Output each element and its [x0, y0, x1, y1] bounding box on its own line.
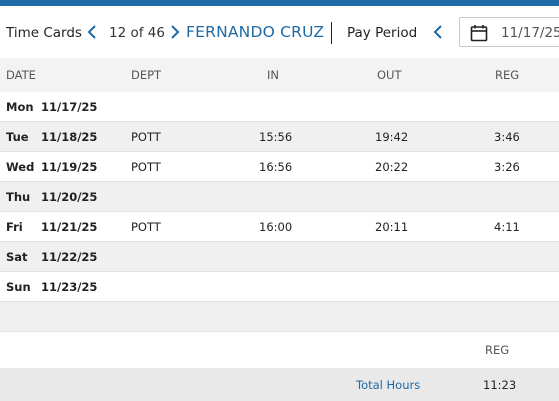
summary-column-reg: REG [485, 343, 510, 357]
row-in: 15:56 [259, 130, 293, 144]
pay-period-label: Pay Period [347, 25, 418, 41]
column-header-in: IN [267, 68, 279, 82]
table-header: DATE DEPT IN OUT REG [0, 58, 559, 92]
record-counter: 12 of 46 [109, 25, 165, 41]
previous-pay-period-button[interactable] [432, 21, 446, 43]
column-header-out: OUT [377, 68, 402, 82]
row-day: Wed [6, 160, 35, 174]
chevron-right-icon [171, 25, 180, 39]
chevron-left-icon [87, 25, 96, 39]
row-day: Tue [6, 130, 29, 144]
pay-period-date-picker[interactable]: 11/17/25 [459, 17, 559, 47]
employee-name[interactable]: FERNANDO CRUZ [186, 23, 324, 41]
column-header-date: DATE [6, 68, 36, 82]
empty-row [0, 302, 559, 332]
pay-period-date: 11/17/25 [501, 25, 559, 41]
row-out: 20:11 [375, 220, 409, 234]
column-header-dept: DEPT [131, 68, 162, 82]
chevron-left-icon [433, 25, 442, 39]
page-title: Time Cards [6, 25, 82, 41]
next-employee-button[interactable] [168, 21, 182, 43]
row-dept: POTT [131, 130, 161, 144]
row-in: 16:00 [259, 220, 293, 234]
calendar-icon [470, 25, 488, 42]
row-reg: 3:26 [494, 160, 520, 174]
total-hours-value: 11:23 [483, 378, 517, 392]
previous-employee-button[interactable] [86, 21, 100, 43]
row-day: Sun [6, 280, 31, 294]
total-hours-label: Total Hours [356, 378, 421, 392]
row-day: Mon [6, 100, 34, 114]
row-in: 16:56 [259, 160, 293, 174]
row-day: Fri [6, 220, 23, 234]
header-divider [331, 22, 332, 44]
row-reg: 4:11 [494, 220, 520, 234]
row-day: Thu [6, 190, 31, 204]
row-date: 11/22/25 [41, 250, 98, 264]
row-dept: POTT [131, 160, 161, 174]
row-date: 11/21/25 [41, 220, 98, 234]
totals-row: Total Hours 11:23 [0, 368, 559, 401]
table-row[interactable]: Mon 11/17/25 [0, 92, 559, 122]
row-day: Sat [6, 250, 28, 264]
row-date: 11/19/25 [41, 160, 98, 174]
table-row[interactable]: Sat 11/22/25 [0, 242, 559, 272]
table-row[interactable]: Sun 11/23/25 [0, 272, 559, 302]
row-reg: 3:46 [494, 130, 520, 144]
row-date: 11/20/25 [41, 190, 98, 204]
row-date: 11/18/25 [41, 130, 98, 144]
table-row[interactable]: Wed 11/19/25 POTT 16:56 20:22 3:26 [0, 152, 559, 182]
row-date: 11/23/25 [41, 280, 98, 294]
summary-header: REG [0, 332, 559, 368]
row-date: 11/17/25 [41, 100, 98, 114]
row-dept: POTT [131, 220, 161, 234]
table-row[interactable]: Tue 11/18/25 POTT 15:56 19:42 3:46 [0, 122, 559, 152]
table-row[interactable]: Thu 11/20/25 [0, 182, 559, 212]
column-header-reg: REG [495, 68, 520, 82]
timecard-header: Time Cards 12 of 46 FERNANDO CRUZ Pay Pe… [0, 6, 559, 58]
row-out: 20:22 [375, 160, 409, 174]
row-out: 19:42 [375, 130, 409, 144]
table-row[interactable]: Fri 11/21/25 POTT 16:00 20:11 4:11 [0, 212, 559, 242]
